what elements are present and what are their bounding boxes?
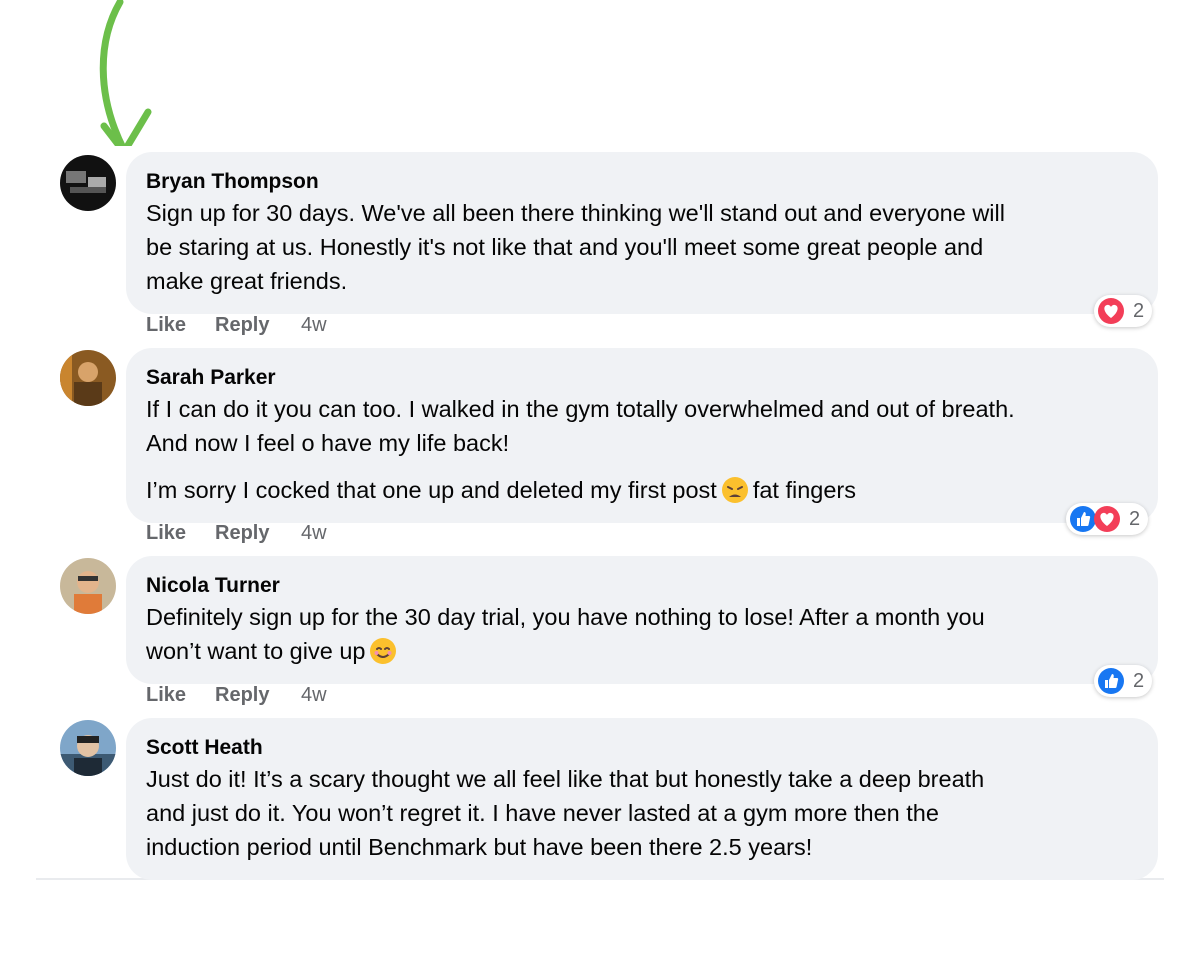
comment-line: Definitely sign up for the 30 day trial,… (146, 604, 985, 630)
comment-age[interactable]: 4w (301, 314, 327, 337)
like-reaction-icon (1098, 668, 1124, 694)
comment-line: make great friends. (146, 268, 348, 294)
comment-author[interactable]: Bryan Thompson (146, 168, 1136, 196)
reactions-badge[interactable]: 2 (1094, 295, 1153, 327)
comment-text: Sign up for 30 days. We've all been ther… (146, 196, 1136, 298)
comment-age[interactable]: 4w (301, 522, 327, 545)
comment-paragraph: I’m sorry I cocked that one up and delet… (146, 473, 1136, 507)
comment-bubble: Sarah Parker If I can do it you can too.… (126, 348, 1158, 523)
weary-face-emoji-icon (721, 477, 748, 503)
comment-line: If I can do it you can too. I walked in … (146, 396, 1015, 422)
comment-text-segment: fat fingers (752, 477, 857, 503)
reaction-count: 2 (1133, 299, 1145, 322)
like-button[interactable]: Like (146, 684, 215, 707)
comment-bubble: Scott Heath Just do it! It’s a scary tho… (126, 718, 1158, 880)
comment-text: If I can do it you can too. I walked in … (146, 392, 1136, 460)
heart-reaction-icon (1094, 506, 1120, 532)
reactions-badge[interactable]: 2 (1094, 665, 1153, 697)
avatar[interactable] (60, 720, 116, 776)
reaction-count: 2 (1129, 507, 1141, 530)
comment-line: And now I feel o have my life back! (146, 430, 510, 456)
reactions-badge[interactable]: 2 (1066, 503, 1149, 535)
reaction-count: 2 (1133, 669, 1145, 692)
avatar[interactable] (60, 558, 116, 614)
comment-line: induction period until Benchmark but hav… (146, 834, 813, 860)
comment-bubble: Nicola Turner Definitely sign up for the… (126, 556, 1158, 684)
reply-button[interactable]: Reply (215, 522, 301, 545)
comment-line: Just do it! It’s a scary thought we all … (146, 766, 985, 792)
heart-reaction-icon (1098, 298, 1124, 324)
comment-line: won’t want to give up (146, 634, 1136, 668)
comment-age[interactable]: 4w (301, 684, 327, 707)
avatar[interactable] (60, 350, 116, 406)
reply-button[interactable]: Reply (215, 684, 301, 707)
comment-actions: Like Reply 4w (146, 684, 327, 707)
comment-line: Sign up for 30 days. We've all been ther… (146, 200, 1005, 226)
comment-author[interactable]: Sarah Parker (146, 364, 1136, 392)
like-button[interactable]: Like (146, 522, 215, 545)
avatar[interactable] (60, 155, 116, 211)
smiling-face-emoji-icon (370, 638, 397, 664)
comment-actions: Like Reply 4w (146, 314, 327, 337)
comment-text-segment: I’m sorry I cocked that one up and delet… (146, 477, 717, 503)
green-arrow-icon (99, 0, 152, 156)
comments-panel: Bryan Thompson Sign up for 30 days. We'v… (36, 146, 1164, 880)
comment-author[interactable]: Scott Heath (146, 734, 1136, 762)
comment-text: Definitely sign up for the 30 day trial,… (146, 600, 1136, 668)
reply-button[interactable]: Reply (215, 314, 301, 337)
comment-text-segment: won’t want to give up (146, 638, 366, 664)
comment-author[interactable]: Nicola Turner (146, 572, 1136, 600)
like-button[interactable]: Like (146, 314, 215, 337)
comment-line: and just do it. You won’t regret it. I h… (146, 800, 939, 826)
comment-text: Just do it! It’s a scary thought we all … (146, 762, 1136, 864)
comment-bubble: Bryan Thompson Sign up for 30 days. We'v… (126, 152, 1158, 314)
comment-line: be staring at us. Honestly it's not like… (146, 234, 984, 260)
comment-actions: Like Reply 4w (146, 522, 327, 545)
